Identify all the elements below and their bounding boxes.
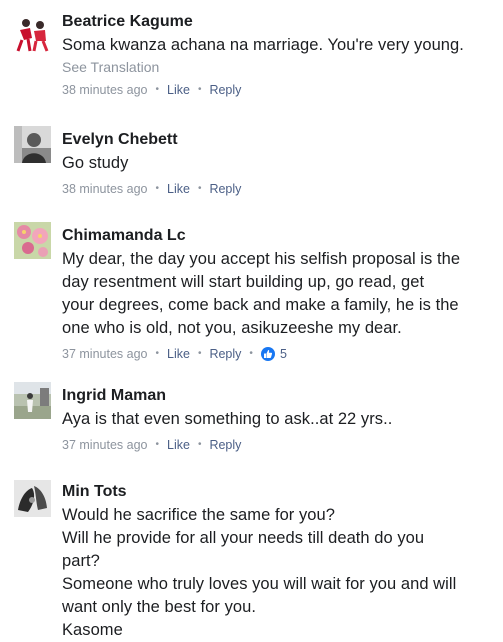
comment-author[interactable]: Beatrice Kagume <box>62 12 495 31</box>
avatar[interactable] <box>14 126 51 163</box>
comment-author[interactable]: Ingrid Maman <box>62 386 495 405</box>
comment-text: Aya is that even something to ask..at 22… <box>62 408 495 431</box>
comment-text-line: want only the best for you. <box>62 598 256 616</box>
comment-text-line: Kasome <box>62 621 123 639</box>
reply-button[interactable]: Reply <box>209 346 241 362</box>
comment-text-line: day resentment will start building up, g… <box>62 273 425 291</box>
separator-dot: • <box>155 439 159 450</box>
separator-dot: • <box>197 439 202 450</box>
comment-text-line: Aya is that even something to ask..at 22… <box>62 410 393 428</box>
comment-timestamp: 37 minutes ago <box>62 438 148 452</box>
separator-dot: • <box>155 183 159 194</box>
comment-text-line: Would he sacrifice the same for you? <box>62 506 335 524</box>
reply-button[interactable]: Reply <box>209 181 241 197</box>
comment-text-line: My dear, the day you accept his selfish … <box>62 250 461 268</box>
comment-text-line: one who is old, not you, asikuzeeshe my … <box>62 319 402 337</box>
comment-list: Beatrice Kagume Soma kwanza achana na ma… <box>0 0 503 640</box>
comment-item: Evelyn Chebett Go study 38 minutes ago •… <box>0 124 503 204</box>
comment-text-line: Soma kwanza achana na marriage. You're v… <box>62 36 464 54</box>
like-button[interactable]: Like <box>167 437 190 453</box>
comment-meta: 38 minutes ago • Like • Reply <box>62 181 495 197</box>
separator-dot: • <box>197 348 202 359</box>
comment-timestamp: 38 minutes ago <box>62 83 148 97</box>
comment-author[interactable]: Min Tots <box>62 482 495 501</box>
comment-text: Go study <box>62 152 495 175</box>
separator-dot: • <box>155 348 159 359</box>
comment-body: Beatrice Kagume Soma kwanza achana na ma… <box>62 6 495 98</box>
comment-text-line: your degrees, come back and make a famil… <box>62 296 459 314</box>
comment-item: Beatrice Kagume Soma kwanza achana na ma… <box>0 6 503 106</box>
comment-body: Min Tots Would he sacrifice the same for… <box>62 476 495 642</box>
comment-body: Ingrid Maman Aya is that even something … <box>62 380 495 453</box>
separator-dot: • <box>197 183 202 194</box>
comment-text: Soma kwanza achana na marriage. You're v… <box>62 34 495 57</box>
comment-text-line: Someone who truly loves you will wait fo… <box>62 575 457 593</box>
comment-author[interactable]: Evelyn Chebett <box>62 130 495 149</box>
comment-meta: 37 minutes ago • Like • Reply • 5 <box>62 346 495 362</box>
comment-timestamp: 38 minutes ago <box>62 182 148 196</box>
comment-meta: 37 minutes ago • Like • Reply <box>62 437 495 453</box>
comment-text: My dear, the day you accept his selfish … <box>62 248 495 340</box>
reply-button[interactable]: Reply <box>209 437 241 453</box>
like-button[interactable]: Like <box>167 82 190 98</box>
avatar-outdoor-photo-icon <box>14 382 51 419</box>
comment-author[interactable]: Chimamanda Lc <box>62 226 495 245</box>
like-button[interactable]: Like <box>167 181 190 197</box>
avatar-grayscale-person-icon <box>14 126 51 163</box>
separator-dot: • <box>155 84 159 95</box>
separator-dot: • <box>249 348 253 359</box>
comment-meta: 38 minutes ago • Like • Reply <box>62 82 495 98</box>
avatar-pink-flowers-icon <box>14 222 51 259</box>
comment-text-line: Go study <box>62 154 129 172</box>
comment-item: Min Tots Would he sacrifice the same for… <box>0 476 503 640</box>
reaction-count[interactable]: 5 <box>280 346 287 362</box>
reply-button[interactable]: Reply <box>209 82 241 98</box>
avatar[interactable] <box>14 222 51 259</box>
like-button[interactable]: Like <box>167 346 190 362</box>
avatar[interactable] <box>14 382 51 419</box>
comment-text-line: Will he provide for all your needs till … <box>62 529 425 547</box>
comment-item: Ingrid Maman Aya is that even something … <box>0 380 503 460</box>
comment-item: Chimamanda Lc My dear, the day you accep… <box>0 220 503 370</box>
comment-text-line: part? <box>62 552 100 570</box>
thumbs-up-icon[interactable] <box>260 347 275 361</box>
avatar-two-figures-red-icon <box>14 16 51 53</box>
comment-body: Chimamanda Lc My dear, the day you accep… <box>62 220 495 362</box>
comment-timestamp: 37 minutes ago <box>62 347 148 361</box>
comment-body: Evelyn Chebett Go study 38 minutes ago •… <box>62 124 495 197</box>
avatar[interactable] <box>14 16 51 53</box>
avatar[interactable] <box>14 480 51 517</box>
comment-text: Would he sacrifice the same for you? Wil… <box>62 504 495 642</box>
separator-dot: • <box>197 84 202 95</box>
see-translation-link[interactable]: See Translation <box>62 58 495 76</box>
avatar-bw-hands-icon <box>14 480 51 517</box>
